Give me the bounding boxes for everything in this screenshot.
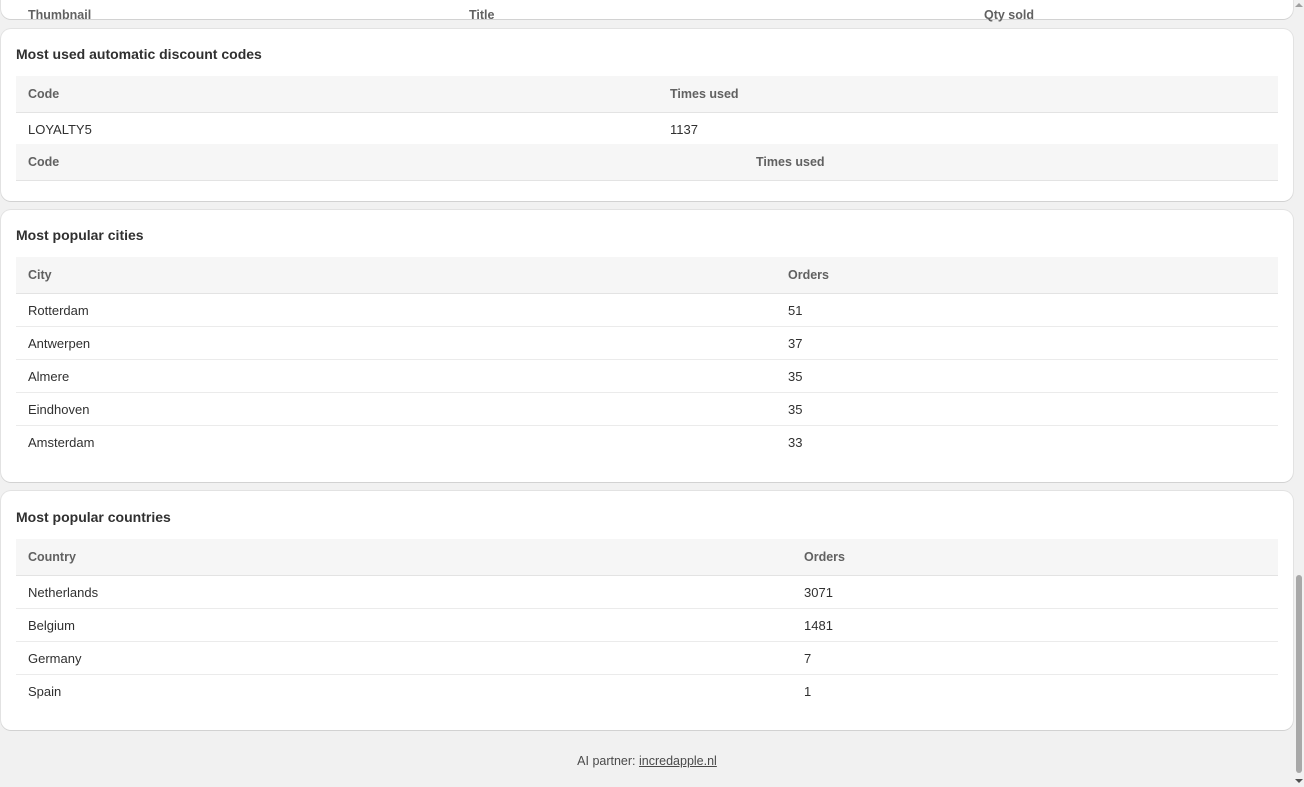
country-cell: Netherlands [16,575,792,609]
column-header-code: Code [16,144,744,181]
table-row: Germany 7 [16,641,1278,675]
table-row: Amsterdam 33 [16,426,1278,459]
cities-table: City Orders Rotterdam 51 Antwerpen 37 Al… [16,257,1278,458]
times-used-cell: 1137 [670,121,698,137]
page-viewport: Thumbnail Title Qty sold Most used autom… [0,0,1294,787]
card-title: Most popular countries [16,509,171,525]
countries-table: Country Orders Netherlands 3071 Belgium … [16,539,1278,707]
vertical-scrollbar[interactable] [1294,0,1304,787]
table-row: Belgium 1481 [16,608,1278,642]
city-cell: Antwerpen [16,326,776,360]
column-header-qty-sold: Qty sold [984,8,1035,22]
discount-codes-table: Code Times used LOYALTY5 1137 [16,76,1278,145]
city-cell: Rotterdam [16,293,776,327]
table-row: Almere 35 [16,359,1278,393]
table-row: LOYALTY5 1137 [16,113,1278,146]
orders-cell: 33 [788,434,803,450]
column-header-orders: Orders [792,539,1278,576]
column-header-title: Title [469,8,495,22]
table-row: Netherlands 3071 [16,575,1278,609]
table-row: Antwerpen 37 [16,326,1278,360]
top-products-header-row: Thumbnail Title Qty sold [16,8,1278,28]
card-title: Most used automatic discount codes [16,46,262,62]
table-row: Eindhoven 35 [16,392,1278,426]
table-header-row: City Orders [16,257,1278,294]
scroll-up-arrow-icon[interactable] [1295,3,1303,7]
country-cell: Belgium [16,608,792,642]
orders-cell: 1481 [792,608,1278,642]
orders-cell: 37 [776,326,1278,360]
discount-code-cell: LOYALTY5 [28,121,92,137]
orders-cell: 1 [804,683,812,699]
city-cell: Amsterdam [28,434,95,450]
table-header-row: Code Times used [16,76,1278,113]
country-cell: Germany [16,641,792,675]
top-products-card: Thumbnail Title Qty sold [1,0,1293,22]
discount-codes-secondary-table: Code Times used [16,144,1278,181]
column-header-orders: Orders [776,257,1278,294]
popular-cities-card: Most popular cities City Orders Rotterda… [1,210,1293,482]
discount-codes-card: Most used automatic discount codes Code … [1,29,1293,201]
city-cell: Eindhoven [16,392,776,426]
footer-prefix: AI partner: [577,754,639,768]
table-header-row: Code Times used [16,144,1278,181]
orders-cell: 51 [776,293,1278,327]
city-cell: Almere [16,359,776,393]
scroll-down-arrow-icon[interactable] [1295,779,1303,783]
column-header-code: Code [16,76,658,113]
table-row: Spain 1 [16,675,1278,708]
popular-countries-card: Most popular countries Country Orders Ne… [1,491,1293,730]
orders-cell: 7 [792,641,1278,675]
orders-cell: 3071 [792,575,1278,609]
table-row: Rotterdam 51 [16,293,1278,327]
table-header-row: Country Orders [16,539,1278,576]
column-header-country: Country [16,539,792,576]
card-title: Most popular cities [16,227,144,243]
column-header-times-used: Times used [658,76,1278,113]
column-header-times-used: Times used [744,144,1278,181]
column-header-thumbnail: Thumbnail [28,8,92,22]
column-header-city: City [16,257,776,294]
footer: AI partner: incredapple.nl [0,754,1294,768]
country-cell: Spain [28,683,62,699]
orders-cell: 35 [776,392,1278,426]
orders-cell: 35 [776,359,1278,393]
scrollbar-thumb[interactable] [1296,575,1302,773]
partner-link[interactable]: incredapple.nl [639,754,717,768]
